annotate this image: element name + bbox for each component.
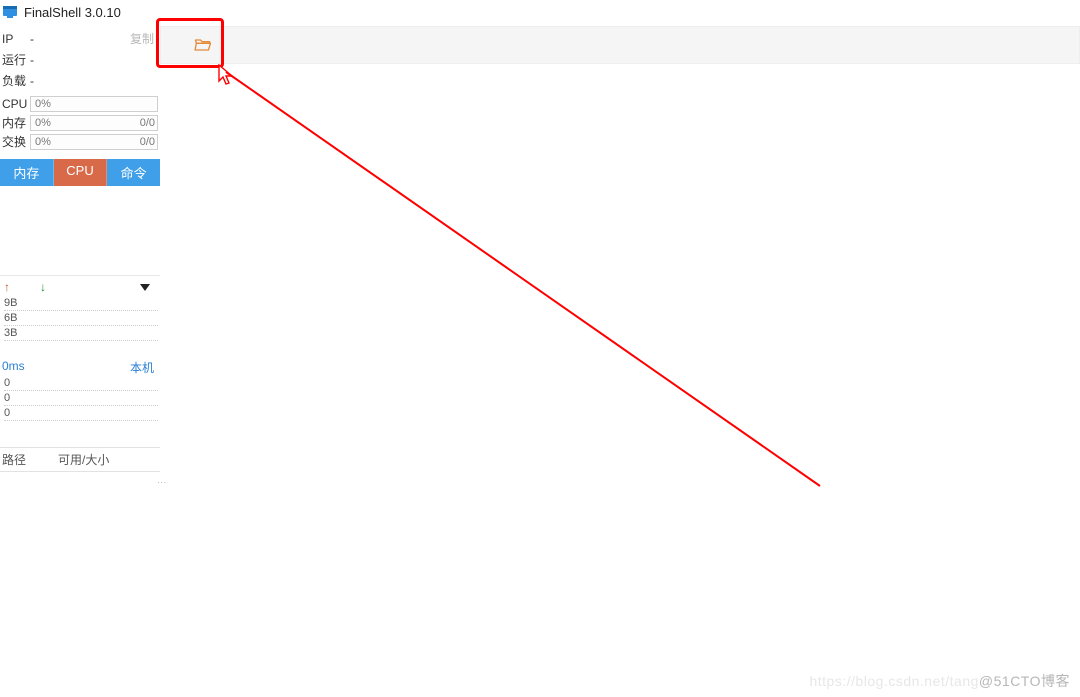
graph-area xyxy=(0,186,160,276)
run-label: 运行 xyxy=(2,51,30,68)
swap-right: 0/0 xyxy=(140,136,155,148)
ip-value: - xyxy=(30,32,130,46)
dropdown-icon[interactable] xyxy=(140,284,150,291)
titlebar: FinalShell 3.0.10 xyxy=(0,0,1080,26)
annotation-arrow xyxy=(220,66,840,506)
arrow-down-icon: ↓ xyxy=(40,280,46,294)
mem-pct: 0% xyxy=(35,117,51,129)
info-row-ip: IP - 复制 xyxy=(0,28,160,49)
tab-cpu[interactable]: CPU xyxy=(54,159,108,186)
resize-handle-icon[interactable]: ⋮ xyxy=(157,478,167,486)
info-row-load: 负载 - xyxy=(0,70,160,91)
mem-right: 0/0 xyxy=(140,117,155,129)
main-area xyxy=(160,26,1080,697)
cpu-label: CPU xyxy=(2,97,30,111)
sidebar: IP - 复制 运行 - 负载 - CPU 0% 内存 0% 0/0 xyxy=(0,26,160,697)
ip-label: IP xyxy=(2,32,30,46)
net-rate-row: ↑ ↓ xyxy=(0,276,160,296)
open-folder-button[interactable] xyxy=(189,33,217,57)
cpu-pct: 0% xyxy=(35,98,51,110)
list-item: 0 xyxy=(4,391,158,406)
mem-bar: 0% 0/0 xyxy=(30,115,158,131)
disk-col-size: 可用/大小 xyxy=(58,451,158,468)
run-value: - xyxy=(30,53,158,67)
list-item: 3B xyxy=(4,326,158,341)
swap-bar: 0% 0/0 xyxy=(30,134,158,150)
tab-cmd[interactable]: 命令 xyxy=(107,159,160,186)
disk-header: 路径 可用/大小 xyxy=(0,447,160,472)
app-icon xyxy=(2,4,18,20)
main-toolbar xyxy=(160,26,1080,64)
app-title: FinalShell 3.0.10 xyxy=(24,5,121,20)
copy-button[interactable]: 复制 xyxy=(130,30,158,47)
cpu-bar: 0% xyxy=(30,96,158,112)
ping-host-button[interactable]: 本机 xyxy=(130,359,156,376)
info-row-run: 运行 - xyxy=(0,49,160,70)
cursor-icon xyxy=(218,64,236,86)
meter-swap: 交换 0% 0/0 xyxy=(0,132,160,151)
list-item: 9B xyxy=(4,296,158,311)
sidebar-tabs: 内存 CPU 命令 xyxy=(0,159,160,186)
net-ticks: 9B 6B 3B xyxy=(0,296,160,347)
ping-ms: 0ms xyxy=(2,359,25,376)
meter-mem: 内存 0% 0/0 xyxy=(0,113,160,132)
mem-label: 内存 xyxy=(2,114,30,131)
load-label: 负载 xyxy=(2,72,30,89)
swap-pct: 0% xyxy=(35,136,51,148)
load-value: - xyxy=(30,74,158,88)
ping-header: 0ms 本机 xyxy=(0,357,160,376)
list-item: 6B xyxy=(4,311,158,326)
meter-cpu: CPU 0% xyxy=(0,95,160,113)
list-item: 0 xyxy=(4,406,158,421)
list-item: 0 xyxy=(4,376,158,391)
arrow-up-icon: ↑ xyxy=(4,280,10,294)
disk-col-path: 路径 xyxy=(2,451,58,468)
swap-label: 交换 xyxy=(2,133,30,150)
folder-open-icon xyxy=(191,35,215,55)
ping-ticks: 0 0 0 xyxy=(0,376,160,427)
tab-mem[interactable]: 内存 xyxy=(0,159,54,186)
